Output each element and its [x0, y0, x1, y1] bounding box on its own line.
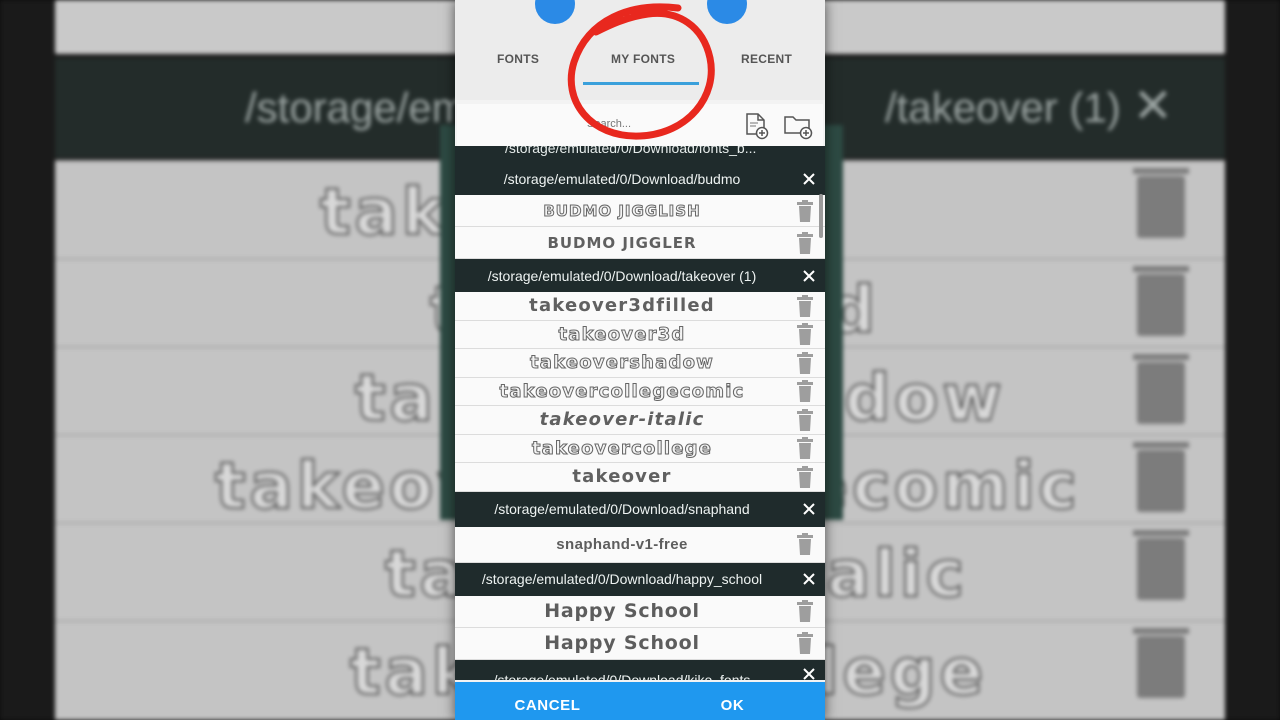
font-folder-list: /storage/emulated/0/Download/budmo BUDMO…: [455, 162, 825, 682]
dialog-footer: CANCEL OK: [455, 682, 825, 720]
folder-header[interactable]: /storage/emulated/0/Download/budmo: [455, 162, 825, 195]
delete-font-trash-icon[interactable]: [796, 323, 814, 346]
font-item[interactable]: BUDMO JIGGLER: [455, 227, 825, 259]
delete-font-trash-icon[interactable]: [796, 437, 814, 460]
remove-folder-close-icon[interactable]: [801, 268, 817, 284]
delete-font-trash-icon[interactable]: [796, 533, 814, 555]
font-item[interactable]: BUDMO JIGGLISH: [455, 195, 825, 227]
font-item[interactable]: takeovercollege: [455, 434, 825, 463]
bg-close-icon: ✕: [1132, 80, 1173, 133]
delete-font-trash-icon[interactable]: [796, 294, 814, 317]
add-font-folder-icon[interactable]: [783, 112, 813, 140]
font-name: takeover3dfilled: [529, 295, 715, 317]
bg-trash-icon: [1133, 354, 1189, 424]
folder-path: /storage/emulated/0/Download/snaphand: [494, 501, 750, 517]
font-name: takeover: [572, 466, 672, 488]
font-item[interactable]: Happy School: [455, 595, 825, 628]
bg-trash-icon: [1133, 442, 1189, 512]
bg-folder-path-right: /takeover (1): [885, 84, 1121, 131]
tab-my-fonts[interactable]: MY FONTS: [611, 52, 675, 66]
font-item[interactable]: takeovercollegecomic: [455, 377, 825, 406]
tab-fonts[interactable]: FONTS: [497, 52, 539, 66]
header-decoration-right: [707, 0, 747, 24]
bg-trash-icon: [1133, 628, 1189, 698]
font-item[interactable]: takeover3d: [455, 320, 825, 349]
folder-header-partial[interactable]: /storage/emulated/0/Download/kiko_fonts: [455, 659, 825, 680]
bg-trash-icon: [1133, 266, 1189, 336]
bg-folder-path-left: /storage/em: [245, 84, 467, 131]
active-tab-indicator: [583, 82, 699, 85]
delete-font-trash-icon[interactable]: [796, 199, 814, 222]
font-name: takeovercollege: [531, 437, 713, 459]
folder-header[interactable]: /storage/emulated/0/Download/takeover (1…: [455, 259, 825, 292]
remove-folder-close-icon[interactable]: [801, 501, 817, 517]
delete-font-trash-icon[interactable]: [796, 380, 814, 403]
font-item[interactable]: takeover-italic: [455, 406, 825, 435]
font-name: Happy School: [544, 600, 700, 622]
folder-path: /storage/emulated/0/Download/takeover (1…: [487, 267, 757, 284]
font-name: takeover3d: [558, 323, 686, 345]
folder-header[interactable]: /storage/emulated/0/Download/snaphand: [455, 491, 825, 527]
header-decoration-left: [535, 0, 575, 24]
font-picker-dialog: FONTS MY FONTS RECENT /storage/emulated/…: [455, 0, 825, 720]
font-name: takeovershadow: [530, 352, 714, 374]
remove-folder-close-icon[interactable]: [801, 571, 817, 587]
font-item[interactable]: Happy School: [455, 627, 825, 660]
font-name: takeovercollegecomic: [499, 380, 745, 402]
delete-font-trash-icon[interactable]: [796, 632, 814, 654]
folder-path: /storage/emulated/0/Download/kiko_fonts: [493, 671, 751, 680]
tab-recent[interactable]: RECENT: [741, 52, 792, 66]
font-item[interactable]: takeover3dfilled: [455, 292, 825, 321]
tab-header: FONTS MY FONTS RECENT: [455, 0, 825, 100]
remove-folder-close-icon[interactable]: [801, 171, 817, 187]
delete-font-trash-icon[interactable]: [796, 231, 814, 254]
folder-path: /storage/emulated/0/Download/happy_schoo…: [481, 571, 763, 587]
font-item[interactable]: snaphand-v1-free: [455, 526, 825, 563]
list-scrollbar[interactable]: [819, 194, 823, 238]
add-font-file-icon[interactable]: [743, 112, 769, 140]
folder-path: /storage/emulated/0/Download/budmo: [503, 170, 741, 187]
remove-folder-close-icon[interactable]: [801, 666, 817, 680]
font-item[interactable]: takeover: [455, 463, 825, 492]
cancel-button[interactable]: CANCEL: [455, 682, 640, 720]
bg-trash-icon: [1133, 168, 1189, 238]
search-input[interactable]: [587, 118, 737, 130]
bg-trash-icon: [1133, 530, 1189, 600]
font-name: snaphand-v1-free: [556, 535, 688, 553]
ok-button[interactable]: OK: [640, 682, 825, 720]
folder-header[interactable]: /storage/emulated/0/Download/happy_schoo…: [455, 562, 825, 596]
font-item[interactable]: takeovershadow: [455, 349, 825, 378]
folder-header-partial: /storage/emulated/0/Download/fonts_b...: [455, 146, 825, 162]
font-name: takeover-italic: [539, 409, 705, 431]
font-name: BUDMO JIGGLER: [547, 233, 697, 252]
font-name: BUDMO JIGGLISH: [543, 201, 701, 220]
delete-font-trash-icon[interactable]: [796, 465, 814, 488]
font-name: Happy School: [544, 632, 700, 654]
search-bar: [457, 104, 823, 148]
delete-font-trash-icon[interactable]: [796, 408, 814, 431]
delete-font-trash-icon[interactable]: [796, 600, 814, 622]
delete-font-trash-icon[interactable]: [796, 351, 814, 374]
